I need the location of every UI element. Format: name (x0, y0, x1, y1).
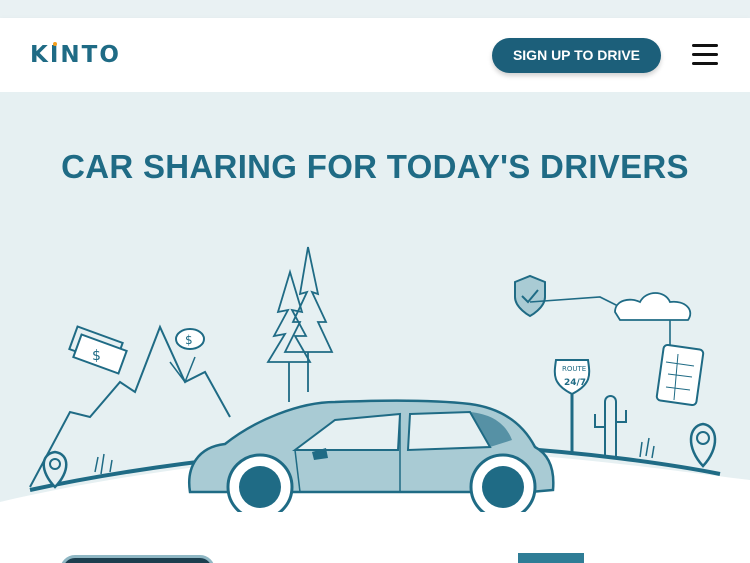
money-icon: $ (68, 325, 128, 375)
hamburger-menu-icon[interactable] (692, 43, 718, 67)
pine-tree-icon (266, 246, 334, 402)
car-sharing-illustration: $ $ ROUTE 24/7 (0, 246, 750, 512)
location-pin-icon (689, 422, 717, 468)
svg-text:$: $ (185, 333, 193, 347)
svg-text:ROUTE: ROUTE (562, 365, 586, 373)
hero-title: CAR SHARING FOR TODAY'S DRIVERS (61, 148, 689, 185)
cloud-icon (614, 292, 692, 321)
partial-button[interactable] (60, 555, 215, 563)
site-header: KI NTO SIGN UP TO DRIVE (0, 18, 750, 92)
hero-section: CAR SHARING FOR TODAY'S DRIVERS $ $ ROUT… (0, 92, 750, 512)
route-sign-icon: ROUTE 24/7 (553, 359, 591, 452)
cactus-icon (594, 395, 627, 457)
phone-map-icon (655, 344, 705, 406)
svg-text:$: $ (92, 348, 101, 364)
kinto-logo[interactable]: KI NTO (30, 42, 121, 68)
coin-icon: $ (175, 328, 205, 350)
sign-up-to-drive-button[interactable]: SIGN UP TO DRIVE (492, 38, 661, 73)
shield-icon (514, 274, 546, 318)
logo-dot-icon (53, 42, 58, 46)
partial-image (518, 553, 584, 563)
svg-text:24/7: 24/7 (564, 378, 586, 388)
top-strip (0, 0, 750, 18)
